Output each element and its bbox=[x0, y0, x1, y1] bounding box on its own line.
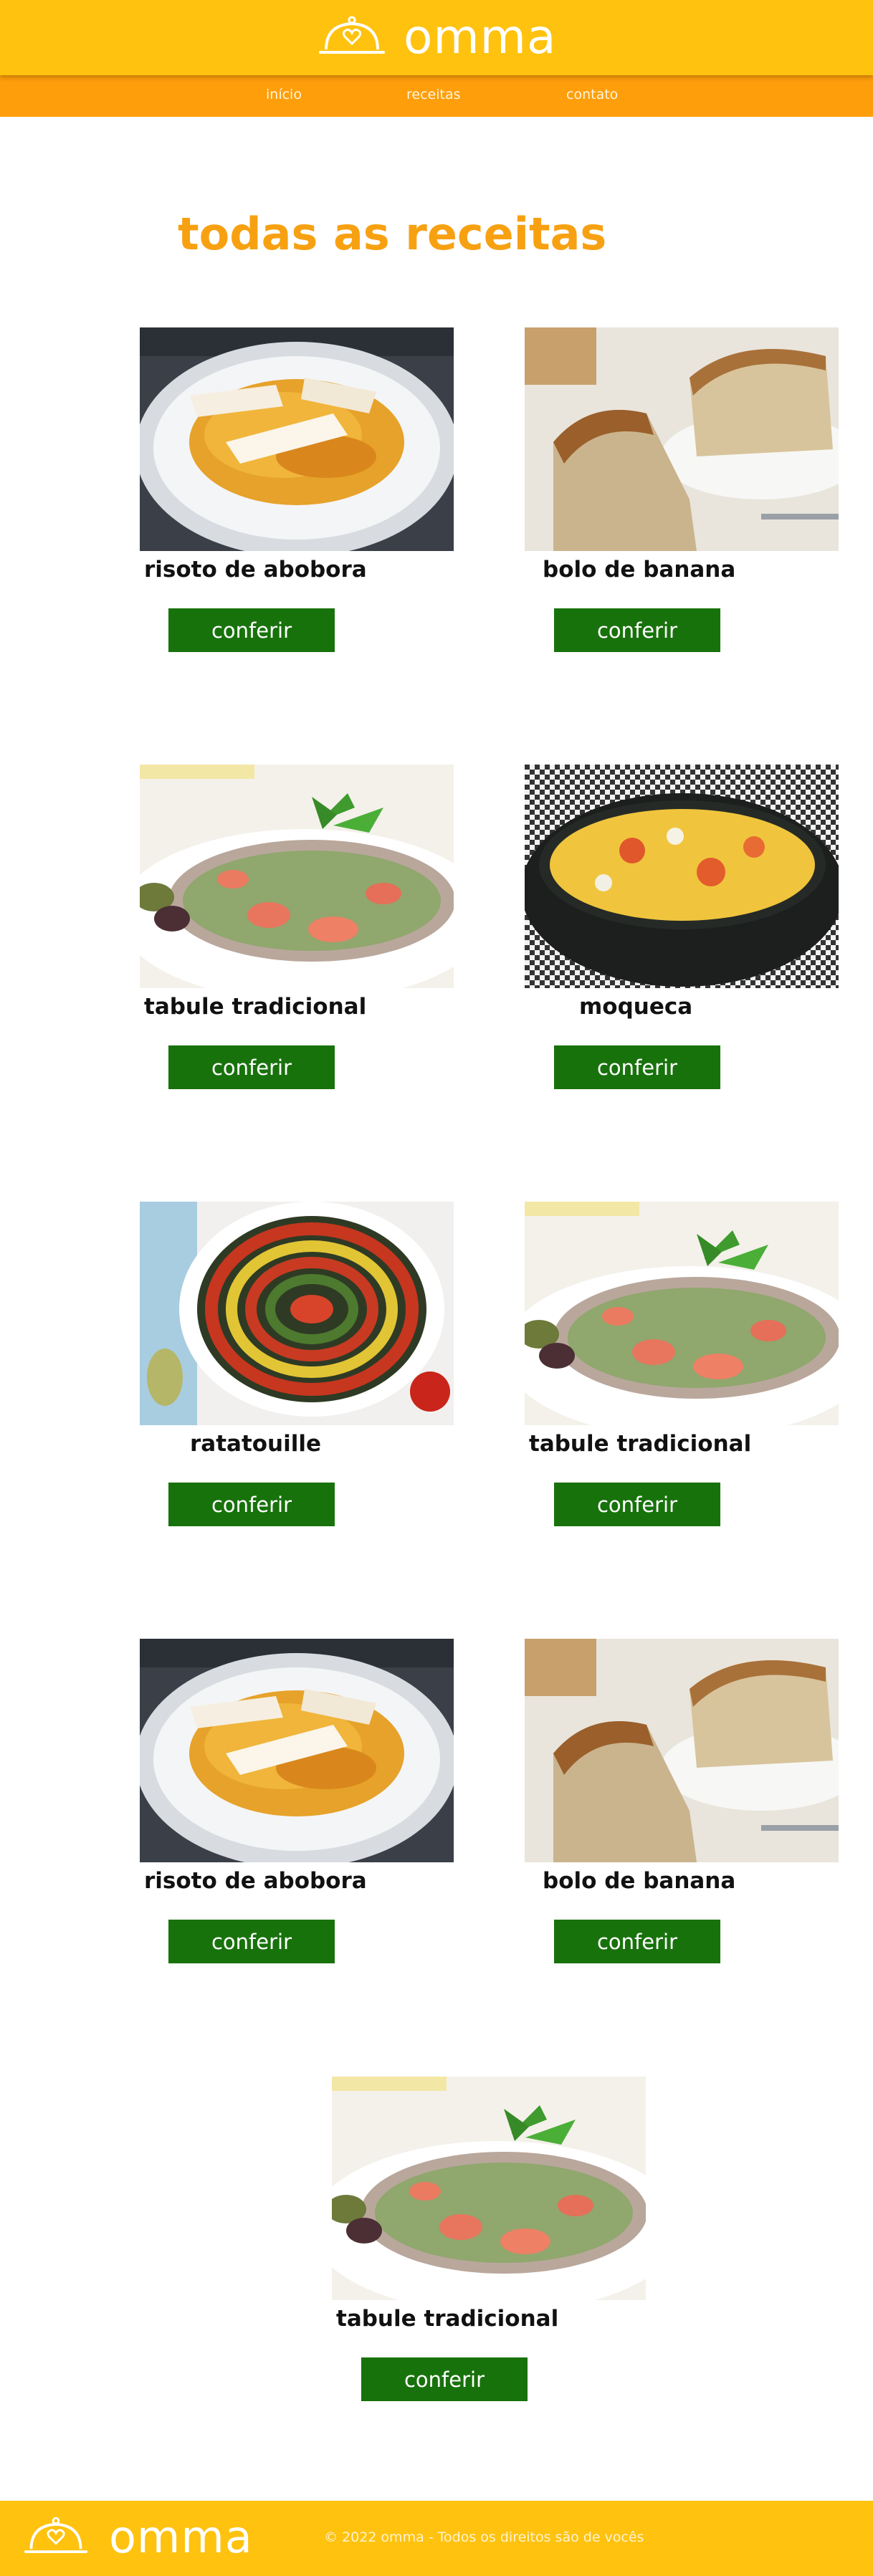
risotto-photo bbox=[140, 1639, 454, 1862]
header-logo[interactable]: omma bbox=[318, 11, 556, 63]
recipe-card: bolo de banana conferir bbox=[525, 327, 840, 652]
recipe-title: risoto de abobora bbox=[144, 1868, 367, 1894]
footer-copyright: © 2022 omma - Todos os direitos são de v… bbox=[324, 2529, 644, 2545]
ratatouille-photo bbox=[140, 1202, 454, 1425]
recipe-title: ratatouille bbox=[190, 1431, 322, 1457]
recipe-card: moqueca conferir bbox=[525, 765, 840, 1089]
recipe-card: risoto de abobora conferir bbox=[140, 327, 455, 652]
recipe-card: ratatouille conferir bbox=[140, 1202, 455, 1526]
cloche-heart-icon bbox=[24, 2517, 88, 2554]
conferir-button[interactable]: conferir bbox=[168, 608, 335, 652]
conferir-button[interactable]: conferir bbox=[554, 608, 720, 652]
nav-item-receitas[interactable]: receitas bbox=[406, 87, 461, 102]
recipe-card: tabule tradicional conferir bbox=[140, 765, 455, 1089]
conferir-button[interactable]: conferir bbox=[168, 1920, 335, 1963]
conferir-button[interactable]: conferir bbox=[554, 1483, 720, 1526]
banana-cake-photo bbox=[525, 327, 839, 551]
site-header: omma bbox=[0, 0, 873, 75]
recipe-title: bolo de banana bbox=[543, 557, 736, 583]
footer-logo[interactable]: omma bbox=[23, 2512, 253, 2562]
risotto-photo bbox=[140, 327, 454, 551]
page-title: todas as receitas bbox=[178, 208, 607, 260]
recipe-card: tabule tradicional conferir bbox=[332, 2077, 647, 2401]
brand-name: omma bbox=[404, 9, 557, 64]
nav-item-inicio[interactable]: início bbox=[266, 87, 302, 102]
recipe-card: bolo de banana conferir bbox=[525, 1639, 840, 1963]
moqueca-photo bbox=[525, 765, 839, 988]
recipe-title: tabule tradicional bbox=[144, 994, 367, 1020]
recipe-card: tabule tradicional conferir bbox=[525, 1202, 840, 1526]
recipe-title: tabule tradicional bbox=[336, 2306, 559, 2332]
tabbouleh-photo bbox=[525, 1202, 839, 1425]
cloche-heart-icon bbox=[319, 16, 385, 54]
nav-item-contato[interactable]: contato bbox=[566, 87, 618, 102]
brand-name: omma bbox=[109, 2511, 253, 2563]
recipe-title: bolo de banana bbox=[543, 1868, 736, 1894]
tabbouleh-photo bbox=[332, 2077, 646, 2300]
recipe-title: moqueca bbox=[579, 994, 693, 1020]
tabbouleh-photo bbox=[140, 765, 454, 988]
recipe-title: risoto de abobora bbox=[144, 557, 367, 583]
conferir-button[interactable]: conferir bbox=[554, 1045, 720, 1089]
conferir-button[interactable]: conferir bbox=[168, 1045, 335, 1089]
site-footer: omma © 2022 omma - Todos os direitos são… bbox=[0, 2501, 873, 2576]
conferir-button[interactable]: conferir bbox=[554, 1920, 720, 1963]
recipe-card: risoto de abobora conferir bbox=[140, 1639, 455, 1963]
conferir-button[interactable]: conferir bbox=[168, 1483, 335, 1526]
recipe-title: tabule tradicional bbox=[529, 1431, 752, 1457]
main-nav: início receitas contato bbox=[0, 75, 873, 117]
conferir-button[interactable]: conferir bbox=[361, 2357, 528, 2401]
banana-cake-photo bbox=[525, 1639, 839, 1862]
